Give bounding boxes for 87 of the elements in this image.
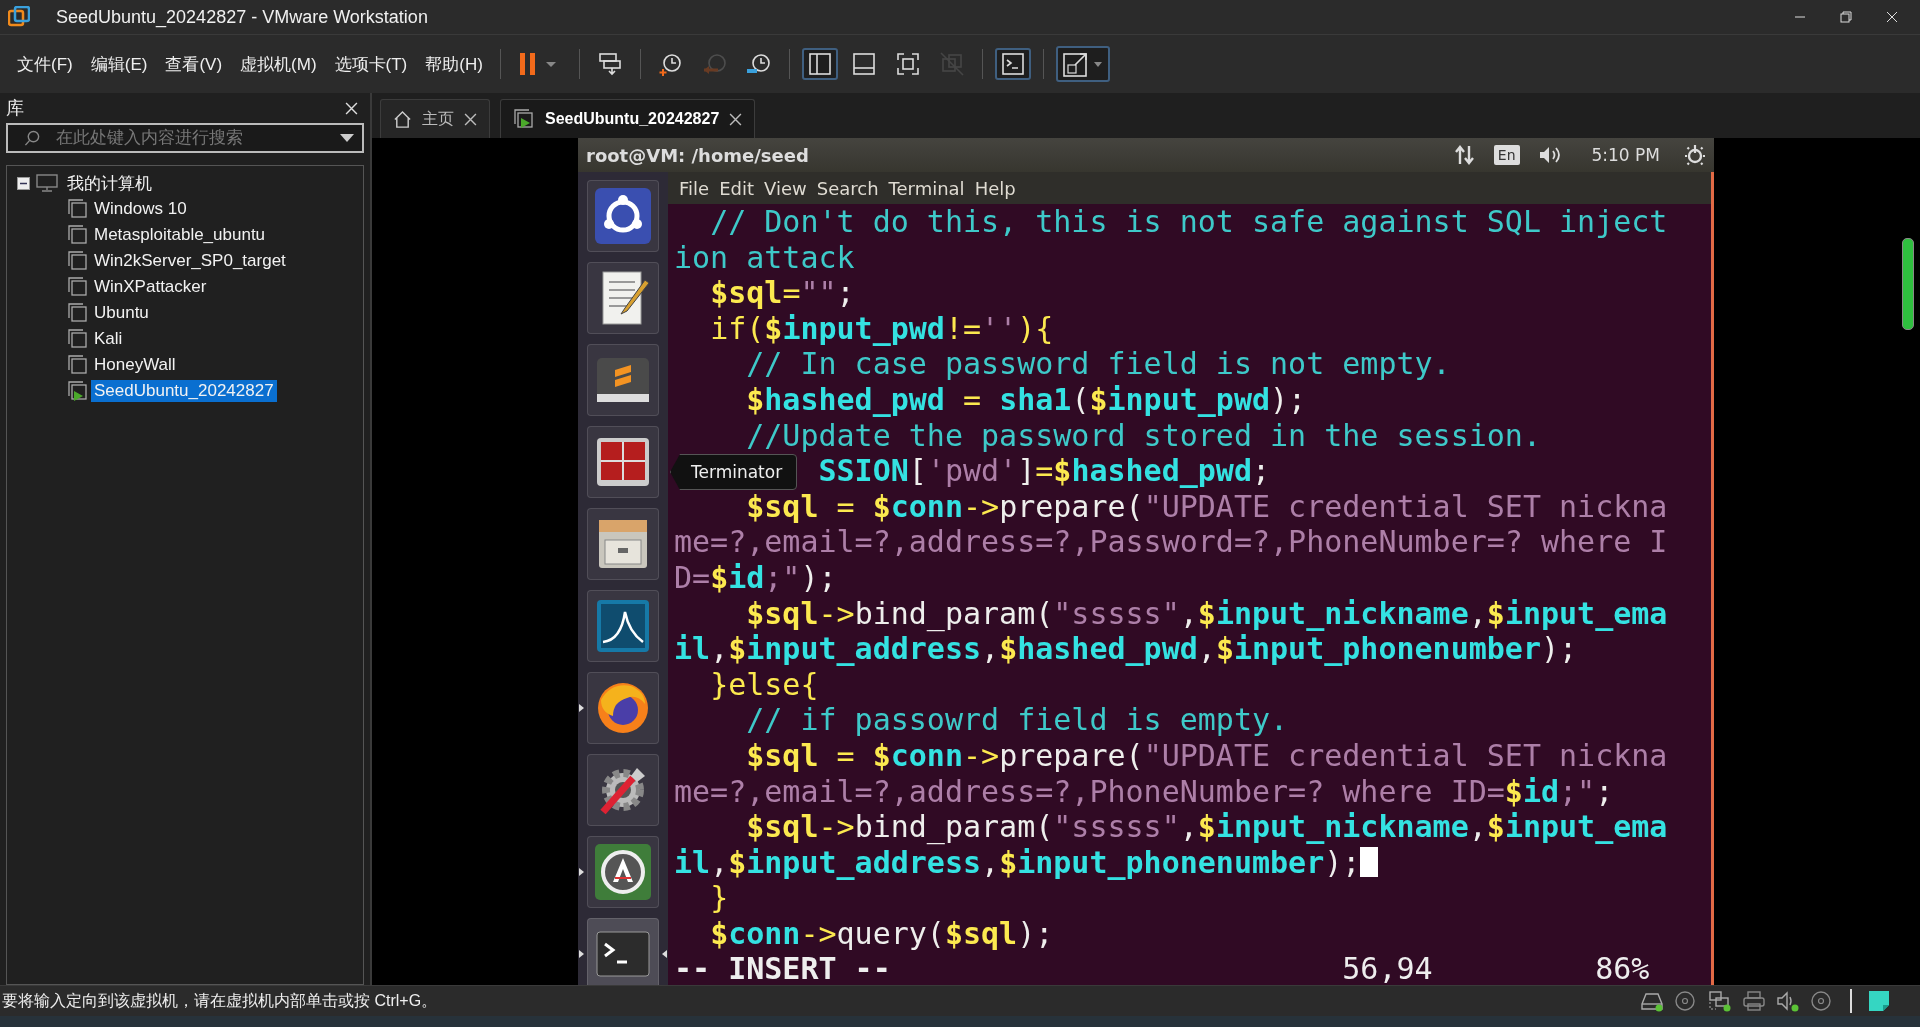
vm-list-item[interactable]: WinXPattacker bbox=[91, 276, 210, 298]
window-title: SeedUbuntu_20242827 - VMware Workstation bbox=[56, 6, 428, 28]
settings-icon[interactable] bbox=[1684, 144, 1706, 166]
launcher-item[interactable] bbox=[587, 508, 659, 580]
vm-tab[interactable]: SeedUbuntu_20242827 bbox=[500, 99, 756, 138]
code-line: if($input_pwd!=''){ bbox=[710, 310, 1054, 347]
code-line: $sql->bind_param("sssss",$input_nickname,$input_ema bbox=[746, 809, 1668, 845]
keyboard-layout-indicator[interactable]: En bbox=[1493, 145, 1520, 165]
code-line: il,$input_address,$hashed_pwd,$input_phonenumber); bbox=[674, 631, 1578, 667]
app-logo-icon bbox=[8, 6, 30, 28]
code-line: SSION['pwd']=$hashed_pwd; bbox=[818, 453, 1271, 489]
refresh-icon bbox=[593, 842, 653, 902]
status-message: 要将输入定向到该虚拟机，请在虚拟机内部单击或按 Ctrl+G。 bbox=[2, 990, 438, 1011]
code-line: } bbox=[710, 880, 729, 916]
tree-item[interactable]: 我的计算机 bbox=[64, 170, 155, 196]
code-line: $sql = $conn->prepare("UPDATE credential SET nickna bbox=[746, 737, 1668, 774]
scroll-percent: 86% bbox=[1595, 951, 1650, 985]
code-line: // In case password field is not empty. bbox=[746, 346, 1451, 382]
network-arrows-icon[interactable] bbox=[1453, 144, 1476, 166]
terminal-menu-item[interactable]: File bbox=[674, 177, 715, 199]
vm-list-item[interactable]: HoneyWall bbox=[91, 354, 179, 376]
dropdown-caret-icon[interactable] bbox=[340, 134, 354, 142]
cursor-position: 56,94 bbox=[1342, 951, 1434, 985]
menu-item[interactable]: 选项卡(T) bbox=[325, 52, 417, 76]
code-line: // Don't do this, this is not safe against SQL inject bbox=[710, 204, 1668, 240]
vm-list-item[interactable]: Win2kServer_SP0_target bbox=[91, 250, 289, 272]
launcher-item[interactable] bbox=[587, 836, 659, 908]
code-line: D=$id;"); bbox=[674, 559, 837, 596]
close-icon[interactable] bbox=[345, 101, 358, 115]
code-line: me=?,email=?,address=?,Password=?,PhoneNumber=? where I bbox=[674, 524, 1668, 560]
vm-list-item[interactable]: SeedUbuntu_20242827 bbox=[91, 380, 277, 402]
restore-icon[interactable] bbox=[1840, 11, 1852, 23]
terminal-menu-item[interactable]: Edit bbox=[714, 177, 759, 199]
cd-icon[interactable] bbox=[1810, 990, 1834, 1012]
menu-item[interactable]: 编辑(E) bbox=[81, 52, 157, 76]
code-line: //Update the password stored in the session. bbox=[746, 417, 1541, 454]
cd-icon[interactable] bbox=[1674, 990, 1698, 1012]
editor-mode: -- INSERT -- bbox=[674, 951, 892, 985]
code-line: $sql = $conn->prepare("UPDATE credential SET nickna bbox=[746, 488, 1668, 525]
vm-tab[interactable]: 主页 bbox=[380, 99, 490, 138]
code-line: me=?,email=?,address=?,PhoneNumber=? where ID=$id;"; bbox=[674, 773, 1614, 810]
library-title: 库 bbox=[6, 97, 24, 120]
launcher-item[interactable] bbox=[587, 590, 659, 662]
search-field[interactable]: 在此处键入内容进行搜索 bbox=[6, 123, 364, 153]
launcher-item[interactable] bbox=[587, 180, 659, 252]
vm-running-icon bbox=[513, 108, 535, 130]
launcher-item[interactable] bbox=[587, 344, 659, 416]
vm-list-item[interactable]: Windows 10 bbox=[91, 198, 190, 220]
terminal-menu-item[interactable]: Help bbox=[969, 177, 1021, 199]
code-line: // if passowrd field is empty. bbox=[746, 702, 1289, 738]
close-icon[interactable] bbox=[1886, 11, 1898, 23]
vm-list-item[interactable]: Kali bbox=[91, 328, 126, 350]
terminal-menu-item[interactable]: View bbox=[759, 177, 812, 199]
code-line: }else{ bbox=[710, 666, 819, 703]
menu-item[interactable]: 帮助(H) bbox=[416, 52, 492, 76]
launcher-item[interactable] bbox=[587, 262, 659, 334]
network-icon[interactable] bbox=[1708, 990, 1732, 1012]
launcher-item[interactable] bbox=[587, 754, 659, 826]
speaker-icon[interactable] bbox=[1776, 990, 1800, 1012]
computer-icon bbox=[36, 174, 58, 192]
collapse-icon[interactable] bbox=[17, 176, 30, 190]
note-icon[interactable] bbox=[1868, 990, 1890, 1012]
terminal-menu-item[interactable]: Terminal bbox=[883, 177, 970, 199]
code-line: $conn->query($sql); bbox=[710, 915, 1054, 952]
launcher-item[interactable] bbox=[587, 426, 659, 498]
launcher-item[interactable] bbox=[587, 918, 659, 985]
menu-item[interactable]: 文件(F) bbox=[8, 52, 82, 76]
menu-item[interactable]: 虚拟机(M) bbox=[231, 52, 326, 76]
close-icon[interactable] bbox=[729, 112, 743, 126]
code-line: $sql=""; bbox=[710, 275, 855, 311]
vm-list-item[interactable]: Ubuntu bbox=[91, 302, 152, 324]
launcher-item[interactable] bbox=[587, 672, 659, 744]
code-line: il,$input_address,$input_phonenumber); bbox=[674, 844, 1361, 881]
close-icon[interactable] bbox=[464, 112, 477, 126]
home-icon bbox=[393, 109, 412, 129]
code-line: ion attack bbox=[674, 239, 855, 276]
terminal-menu-item[interactable]: Search bbox=[811, 177, 884, 199]
menu-item[interactable]: 查看(V) bbox=[156, 52, 232, 76]
code-line: $hashed_pwd = sha1($input_pwd); bbox=[746, 381, 1307, 418]
circle-logo-icon bbox=[593, 186, 653, 246]
tooltip: Terminator bbox=[670, 454, 798, 490]
vm-list-item[interactable]: Metasploitable_ubuntu bbox=[91, 224, 269, 246]
window-title: root@VM: /home/seed bbox=[586, 144, 809, 166]
code-line: $sql->bind_param("sssss",$input_nickname,$input_ema bbox=[746, 595, 1668, 632]
clock[interactable]: 5:10 PM bbox=[1591, 145, 1660, 165]
printer-icon[interactable] bbox=[1742, 990, 1766, 1012]
search-icon bbox=[24, 130, 41, 147]
